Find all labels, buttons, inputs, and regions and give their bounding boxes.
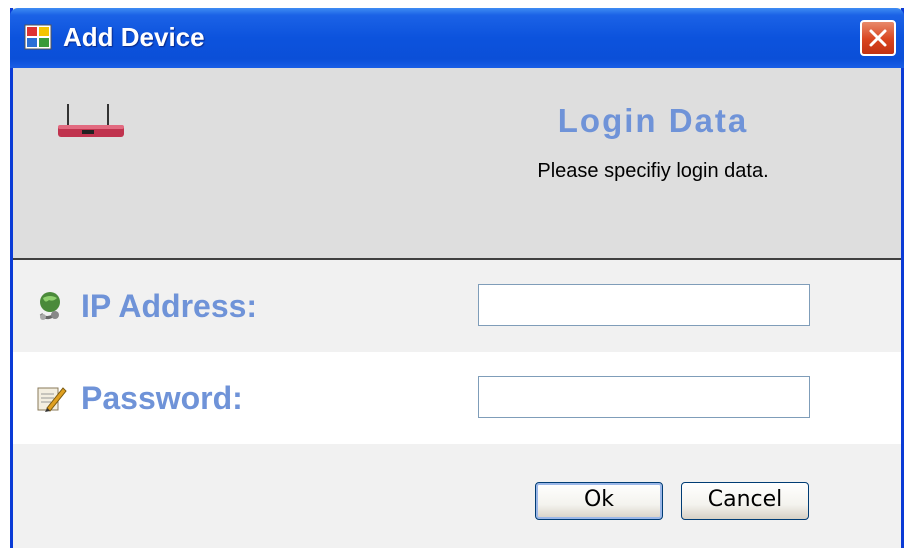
cancel-button[interactable]: Cancel — [681, 482, 809, 520]
password-input[interactable] — [478, 376, 810, 418]
ip-address-label: IP Address: — [81, 288, 258, 324]
add-device-dialog: Add Device Login Data Please specifiy lo… — [10, 8, 904, 548]
network-globe-icon — [35, 290, 67, 322]
window-title: Add Device — [63, 22, 205, 52]
ok-button[interactable]: Ok — [535, 482, 663, 520]
header-subtitle: Please specifiy login data. — [537, 160, 769, 182]
edit-pencil-icon — [35, 382, 67, 414]
password-label: Password: — [81, 380, 243, 416]
ip-address-input[interactable] — [478, 284, 810, 326]
button-row: Ok Cancel — [13, 444, 901, 548]
window-app-icon — [24, 24, 52, 50]
router-icon — [56, 100, 126, 142]
close-button[interactable] — [860, 20, 896, 56]
password-row: Password: — [13, 352, 901, 444]
title-bar[interactable]: Add Device — [10, 8, 904, 68]
ip-address-row: IP Address: — [13, 260, 901, 352]
header-title: Login Data — [557, 102, 749, 139]
header-panel: Login Data Please specifiy login data. — [13, 68, 901, 260]
